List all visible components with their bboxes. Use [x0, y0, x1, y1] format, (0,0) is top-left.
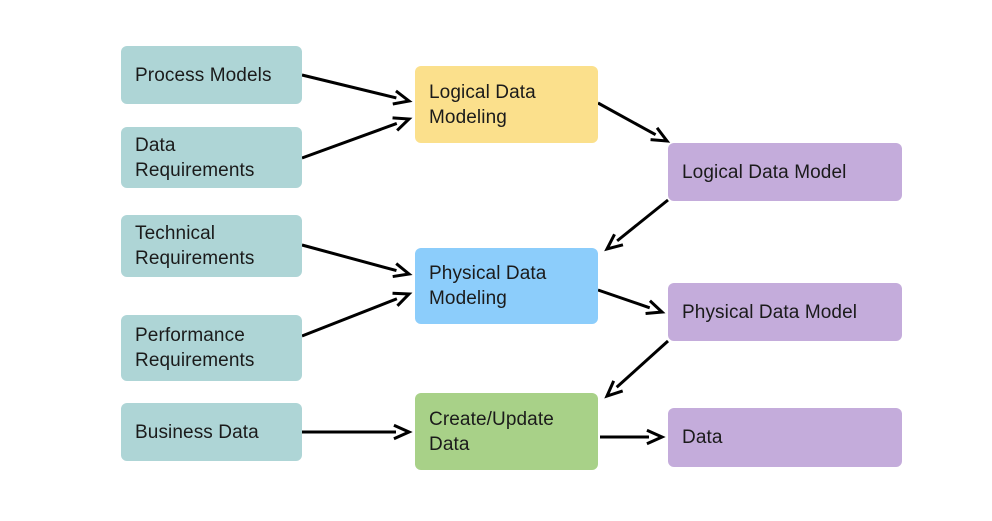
node-technical-requirements[interactable]: Technical Requirements — [121, 215, 302, 277]
arrow-physical-data-modeling-to-physical-data-model — [597, 288, 666, 315]
node-label-create-update-data: Create/Update Data — [429, 408, 554, 455]
node-label-data-requirements: Data Requirements — [135, 134, 255, 181]
node-label-performance-requirements: Performance Requirements — [135, 325, 255, 371]
node-label-logical-data-model: Logical Data Model — [682, 161, 847, 183]
node-process-models[interactable]: Process Models — [121, 46, 302, 104]
node-logical-data-model[interactable]: Logical Data Model — [668, 143, 902, 201]
arrow-technical-requirements-to-physical-data-modeling — [301, 243, 413, 279]
node-data-requirements[interactable]: Data Requirements — [121, 127, 302, 188]
node-label-logical-data-modeling: Logical Data Modeling — [429, 81, 536, 128]
node-create-update-data[interactable]: Create/Update Data — [415, 393, 598, 470]
node-logical-data-modeling[interactable]: Logical Data Modeling — [415, 66, 598, 143]
arrow-logical-data-model-to-physical-data-modeling — [604, 198, 669, 252]
node-label-business-data: Business Data — [135, 421, 259, 443]
diagram-canvas: Process Models Data Requirements Technical… — [0, 0, 992, 521]
arrow-business-data-to-create-update-data — [302, 423, 413, 441]
node-physical-data-model[interactable]: Physical Data Model — [668, 283, 902, 341]
node-data[interactable]: Data — [668, 408, 902, 467]
arrow-physical-data-model-to-create-update-data — [604, 339, 670, 399]
node-label-physical-data-model: Physical Data Model — [682, 301, 858, 323]
arrow-process-models-to-logical-data-modeling — [301, 73, 413, 106]
node-label-data: Data — [682, 427, 723, 448]
arrow-logical-data-modeling-to-logical-data-model — [597, 101, 671, 143]
arrow-performance-requirements-to-physical-data-modeling — [301, 291, 413, 338]
node-label-technical-requirements: Technical Requirements — [135, 223, 255, 269]
arrow-create-update-data-to-data — [600, 428, 666, 446]
node-physical-data-modeling[interactable]: Physical Data Modeling — [415, 248, 598, 324]
arrow-data-requirements-to-logical-data-modeling — [301, 116, 413, 160]
node-performance-requirements[interactable]: Performance Requirements — [121, 315, 302, 381]
node-business-data[interactable]: Business Data — [121, 403, 302, 461]
node-label-process-models: Process Models — [135, 64, 272, 86]
node-label-physical-data-modeling: Physical Data Modeling — [429, 263, 547, 309]
